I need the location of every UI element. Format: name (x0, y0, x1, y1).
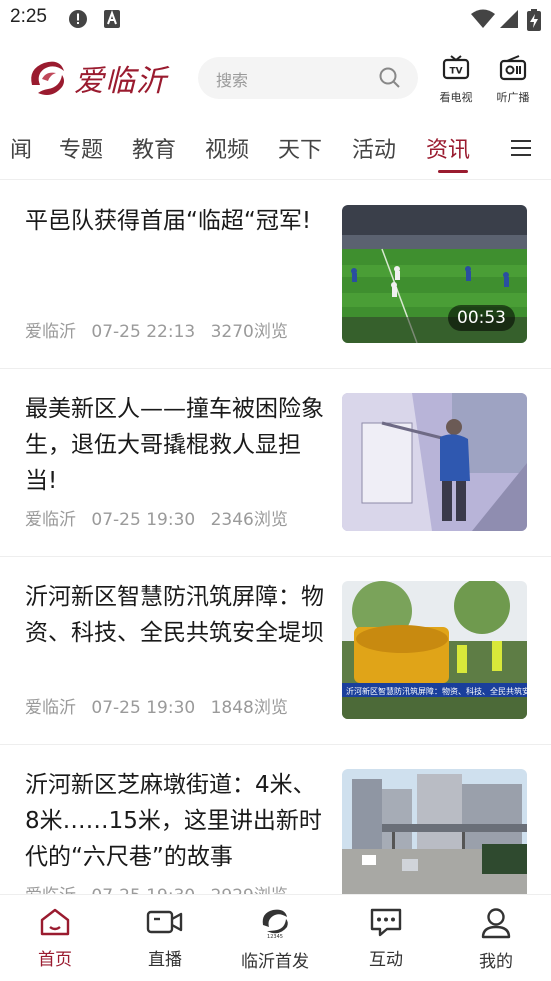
news-thumbnail-rescue[interactable] (342, 393, 527, 531)
news-source: 爱临沂 (25, 886, 76, 894)
flood-control-image: 沂河新区智慧防汛筑屏障：物资、科技、全民共筑安全堤 (342, 581, 527, 719)
news-views: 1848浏览 (210, 698, 288, 718)
tab-topics[interactable]: 专题 (59, 132, 103, 164)
nav-interact-label: 互动 (369, 950, 403, 970)
news-meta: 爱临沂 07-25 22:13 3270浏览 (25, 317, 298, 342)
news-title[interactable]: 沂河新区智慧防汛筑屏障：物资、科技、全民共筑安全堤坝 (25, 579, 325, 651)
tab-activities[interactable]: 活动 (352, 132, 396, 164)
news-thumbnail-flood-control[interactable]: 沂河新区智慧防汛筑屏障：物资、科技、全民共筑安全堤 (342, 581, 527, 719)
svg-text:12345: 12345 (267, 934, 283, 939)
logo-text: 爱临沂 (74, 64, 167, 99)
chat-icon (370, 908, 402, 937)
status-time: 2:25 (10, 6, 47, 27)
watch-tv-button[interactable]: TV 看电视 (432, 54, 480, 105)
signal-icon (500, 10, 518, 28)
news-item[interactable]: 平邑队获得首届“临超“冠军! 爱临沂 07-25 22:13 3270浏览 00… (0, 181, 551, 369)
search-icon (379, 67, 400, 88)
tv-icon: TV (442, 55, 470, 80)
video-duration: 00:53 (448, 305, 515, 331)
news-views: 2929浏览 (211, 886, 288, 894)
nav-linyi-first-label: 临沂首发 (241, 952, 309, 972)
search-bar[interactable]: 搜索 (198, 57, 418, 99)
text-a-icon (104, 10, 120, 28)
news-item[interactable]: 最美新区人——撞车被困险象生，退伍大哥撬棍救人显担当! 爱临沂 07-25 19… (0, 369, 551, 557)
news-title[interactable]: 沂河新区芝麻墩街道：4米、8米……15米，这里讲出新时代的“六尺巷”的故事 (25, 767, 325, 875)
video-camera-icon (146, 910, 183, 934)
tab-video[interactable]: 视频 (205, 132, 249, 164)
listen-radio-label: 听广播 (496, 91, 530, 104)
news-thumbnail-soccer[interactable]: 00:53 (342, 205, 527, 343)
news-meta: 爱临沂 07-25 19:30 2346浏览 (25, 505, 298, 530)
app-header: 爱临沂 搜索 TV 看电视 听广播 (0, 40, 551, 116)
search-placeholder: 搜索 (216, 71, 249, 90)
news-time: 07-25 19:30 (91, 886, 195, 894)
news-source: 爱临沂 (25, 698, 76, 718)
news-title[interactable]: 平邑队获得首届“临超“冠军! (25, 203, 325, 239)
radio-icon (499, 55, 527, 81)
user-icon (481, 908, 511, 939)
tab-education[interactable]: 教育 (132, 132, 176, 164)
nav-home[interactable]: 首页 (5, 907, 105, 970)
watch-tv-label: 看电视 (439, 91, 473, 104)
news-views: 2346浏览 (210, 510, 288, 530)
menu-icon[interactable] (510, 138, 532, 158)
nav-mine[interactable]: 我的 (446, 907, 546, 972)
status-bar: 2:25 (0, 0, 551, 38)
tab-wen[interactable]: 闻 (10, 132, 32, 164)
news-source: 爱临沂 (25, 322, 76, 342)
news-feed[interactable]: 平邑队获得首届“临超“冠军! 爱临沂 07-25 22:13 3270浏览 00… (0, 181, 551, 894)
news-item[interactable]: 沂河新区智慧防汛筑屏障：物资、科技、全民共筑安全堤坝 爱临沂 07-25 19:… (0, 557, 551, 745)
news-thumbnail-alley[interactable] (342, 769, 527, 894)
app-logo: 爱临沂 (24, 54, 167, 102)
alley-street-image (342, 769, 527, 894)
tab-news[interactable]: 资讯 (426, 132, 470, 164)
bottom-navigation: 首页 直播 12345 临沂首发 互动 我的 (0, 894, 551, 981)
news-meta: 爱临沂 07-25 19:30 1848浏览 (25, 693, 298, 718)
nav-live[interactable]: 直播 (115, 907, 215, 970)
tab-world[interactable]: 天下 (278, 132, 322, 164)
category-tabs: 闻 专题 教育 视频 天下 活动 资讯 (0, 118, 551, 180)
nav-home-label: 首页 (38, 950, 72, 970)
nav-live-label: 直播 (148, 950, 182, 970)
news-time: 07-25 19:30 (91, 698, 196, 718)
logo-swirl-icon (31, 61, 64, 95)
svg-text:TV: TV (449, 67, 462, 77)
listen-radio-button[interactable]: 听广播 (489, 54, 537, 105)
wifi-icon (471, 9, 495, 28)
news-item[interactable]: 沂河新区芝麻墩街道：4米、8米……15米，这里讲出新时代的“六尺巷”的故事 爱临… (0, 745, 551, 894)
news-time: 07-25 22:13 (91, 322, 196, 342)
news-meta: 爱临沂 07-25 19:30 2929浏览 (25, 881, 298, 894)
linyi-first-icon: 12345 (262, 909, 288, 940)
news-views: 3270浏览 (210, 322, 288, 342)
nav-linyi-first[interactable]: 12345 临沂首发 (225, 907, 325, 972)
home-icon (40, 908, 70, 936)
news-time: 07-25 19:30 (91, 510, 196, 530)
battery-charging-icon (527, 9, 541, 31)
active-tab-indicator (438, 170, 468, 173)
news-title[interactable]: 最美新区人——撞车被困险象生，退伍大哥撬棍救人显担当! (25, 391, 325, 499)
nav-interact[interactable]: 互动 (336, 907, 436, 970)
rescue-scene-image (342, 393, 527, 531)
news-source: 爱临沂 (25, 510, 76, 530)
alert-icon (69, 10, 87, 28)
thumb-caption: 沂河新区智慧防汛筑屏障：物资、科技、全民共筑安全堤 (346, 686, 527, 696)
nav-mine-label: 我的 (479, 952, 513, 972)
